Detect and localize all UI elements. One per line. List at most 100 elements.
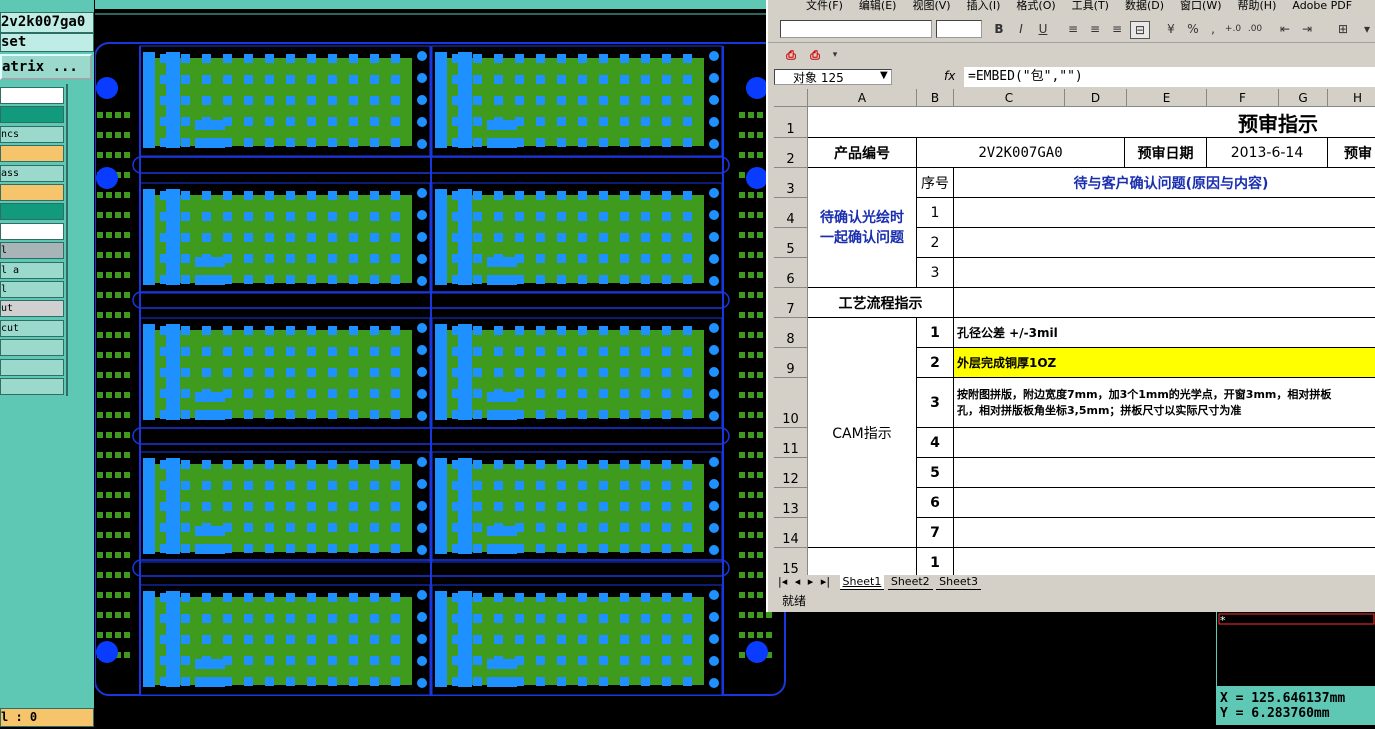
sheet-title[interactable]: 预审指示: [808, 107, 1375, 138]
pdf-convert-icon[interactable]: ⎙: [782, 47, 800, 63]
layer-item-0[interactable]: [0, 87, 64, 104]
toolbar-options-icon[interactable]: ▾: [826, 47, 844, 63]
tab-prev-icon[interactable]: ◂: [795, 575, 801, 588]
font-name-combo[interactable]: [780, 20, 932, 38]
cam-item-2[interactable]: 外层完成铜厚1OZ: [954, 348, 1375, 378]
layer-item-10[interactable]: l: [0, 281, 64, 298]
align-right-icon[interactable]: ≡: [1108, 21, 1126, 37]
menu-item-5[interactable]: 工具(T): [1072, 0, 1109, 12]
row-header-2[interactable]: 2: [774, 138, 808, 168]
confirm-item-3[interactable]: [954, 258, 1375, 288]
decrease-decimal-icon[interactable]: .00: [1246, 21, 1264, 37]
row-header-1[interactable]: 1: [774, 107, 808, 138]
menu-item-0[interactable]: 文件(F): [806, 0, 843, 12]
tab-last-icon[interactable]: ▸|: [821, 575, 830, 588]
cam-item-7[interactable]: [954, 518, 1375, 548]
seq-2[interactable]: 2: [917, 228, 954, 258]
decrease-indent-icon[interactable]: ⇤: [1276, 21, 1294, 37]
align-center-icon[interactable]: ≡: [1086, 21, 1104, 37]
bold-button[interactable]: B: [990, 21, 1008, 37]
menu-item-6[interactable]: 数据(D): [1125, 0, 1164, 12]
fx-icon[interactable]: fx: [944, 69, 955, 83]
layer-item-5[interactable]: [0, 184, 64, 201]
currency-icon[interactable]: ¥: [1162, 21, 1180, 37]
fill-color-icon[interactable]: ▾: [1358, 21, 1375, 37]
tab-sheet1[interactable]: Sheet1: [839, 575, 885, 590]
menu-item-7[interactable]: 窗口(W): [1180, 0, 1221, 12]
review-extra-label[interactable]: 预审: [1328, 138, 1375, 168]
formula-input[interactable]: =EMBED("包",""): [964, 67, 1375, 87]
review-date-value[interactable]: 2013-6-14: [1207, 138, 1328, 168]
cam-instruction-label[interactable]: CAM指示: [808, 318, 917, 548]
mini-view[interactable]: *: [1216, 612, 1375, 686]
menu-item-9[interactable]: Adobe PDF: [1292, 0, 1352, 12]
row-header-3[interactable]: 3: [774, 168, 808, 198]
confirm-item-1[interactable]: [954, 198, 1375, 228]
menu-item-4[interactable]: 格式(O): [1016, 0, 1055, 12]
row15-a[interactable]: [808, 548, 917, 575]
borders-icon[interactable]: ⊞: [1334, 21, 1352, 37]
col-header-a[interactable]: A: [808, 89, 917, 107]
pending-confirm-label[interactable]: 待确认光绘时 一起确认问题: [808, 168, 917, 288]
cam-seq-3[interactable]: 3: [917, 378, 954, 428]
job-name-field[interactable]: 2v2k007ga0: [0, 12, 94, 33]
menu-item-2[interactable]: 视图(V): [912, 0, 950, 12]
confirm-item-2[interactable]: [954, 228, 1375, 258]
tab-next-icon[interactable]: ▸: [808, 575, 814, 588]
row-header-12[interactable]: 12: [774, 458, 808, 488]
name-box[interactable]: 对象 125: [774, 69, 892, 85]
col-header-d[interactable]: D: [1065, 89, 1127, 107]
col-header-f[interactable]: F: [1207, 89, 1279, 107]
cam-seq-5[interactable]: 5: [917, 458, 954, 488]
tab-sheet3[interactable]: Sheet3: [936, 575, 981, 590]
step-name-field[interactable]: set: [0, 33, 94, 52]
row15-seq[interactable]: 1: [917, 548, 954, 575]
merge-center-icon[interactable]: ⊟: [1130, 21, 1150, 39]
cam-seq-2[interactable]: 2: [917, 348, 954, 378]
row-header-7[interactable]: 7: [774, 288, 808, 318]
row-header-15[interactable]: 15: [774, 548, 808, 575]
italic-button[interactable]: I: [1012, 21, 1030, 37]
cam-item-5[interactable]: [954, 458, 1375, 488]
tab-sheet2[interactable]: Sheet2: [887, 575, 933, 590]
pdf-email-icon[interactable]: ⎙: [806, 47, 824, 63]
menu-item-1[interactable]: 编辑(E): [859, 0, 897, 12]
row-header-6[interactable]: 6: [774, 258, 808, 288]
col-header-b[interactable]: B: [917, 89, 954, 107]
confirm-header[interactable]: 待与客户确认问题(原因与内容): [954, 168, 1375, 198]
layer-item-12[interactable]: cut: [0, 319, 64, 337]
layer-item-4[interactable]: ass: [0, 164, 64, 182]
matrix-button[interactable]: atrix ...: [0, 54, 92, 80]
increase-decimal-icon[interactable]: +.0: [1224, 21, 1242, 37]
excel-window[interactable]: 文件(F) 编辑(E) 视图(V) 插入(I) 格式(O) 工具(T) 数据(D) 窗口(W)…: [766, 0, 1375, 612]
seq-header[interactable]: 序号: [917, 168, 954, 198]
layer-item-7[interactable]: [0, 222, 64, 240]
layer-item-1[interactable]: [0, 106, 64, 124]
col-header-c[interactable]: C: [954, 89, 1065, 107]
review-date-label[interactable]: 预审日期: [1125, 138, 1207, 168]
col-header-e[interactable]: E: [1127, 89, 1207, 107]
select-all-corner[interactable]: [774, 89, 808, 107]
row-header-13[interactable]: 13: [774, 488, 808, 518]
row15-value[interactable]: [954, 548, 1375, 575]
layer-item-6[interactable]: [0, 203, 64, 221]
cam-seq-7[interactable]: 7: [917, 518, 954, 548]
worksheet-grid[interactable]: A B C D E F G H 1 2 3 4 5 6 7 8 9 10 11 …: [774, 89, 1375, 575]
underline-button[interactable]: U: [1034, 21, 1052, 37]
layer-item-11[interactable]: ut: [0, 300, 64, 318]
font-size-combo[interactable]: [936, 20, 982, 38]
row-header-9[interactable]: 9: [774, 348, 808, 378]
row-header-4[interactable]: 4: [774, 198, 808, 228]
row-header-8[interactable]: 8: [774, 318, 808, 348]
cam-item-3[interactable]: 按附图拼版，附边宽度7mm，加3个1mm的光学点，开窗3mm，相对拼板 孔，相对…: [954, 378, 1375, 428]
process-flow-label[interactable]: 工艺流程指示: [808, 288, 954, 318]
row-header-14[interactable]: 14: [774, 518, 808, 548]
menu-item-3[interactable]: 插入(I): [967, 0, 1001, 12]
menu-item-8[interactable]: 帮助(H): [1238, 0, 1277, 12]
cam-seq-4[interactable]: 4: [917, 428, 954, 458]
layer-item-2[interactable]: ncs: [0, 125, 64, 143]
cam-item-4[interactable]: [954, 428, 1375, 458]
increase-indent-icon[interactable]: ⇥: [1298, 21, 1316, 37]
layer-item-13[interactable]: [0, 339, 64, 357]
align-left-icon[interactable]: ≡: [1064, 21, 1082, 37]
